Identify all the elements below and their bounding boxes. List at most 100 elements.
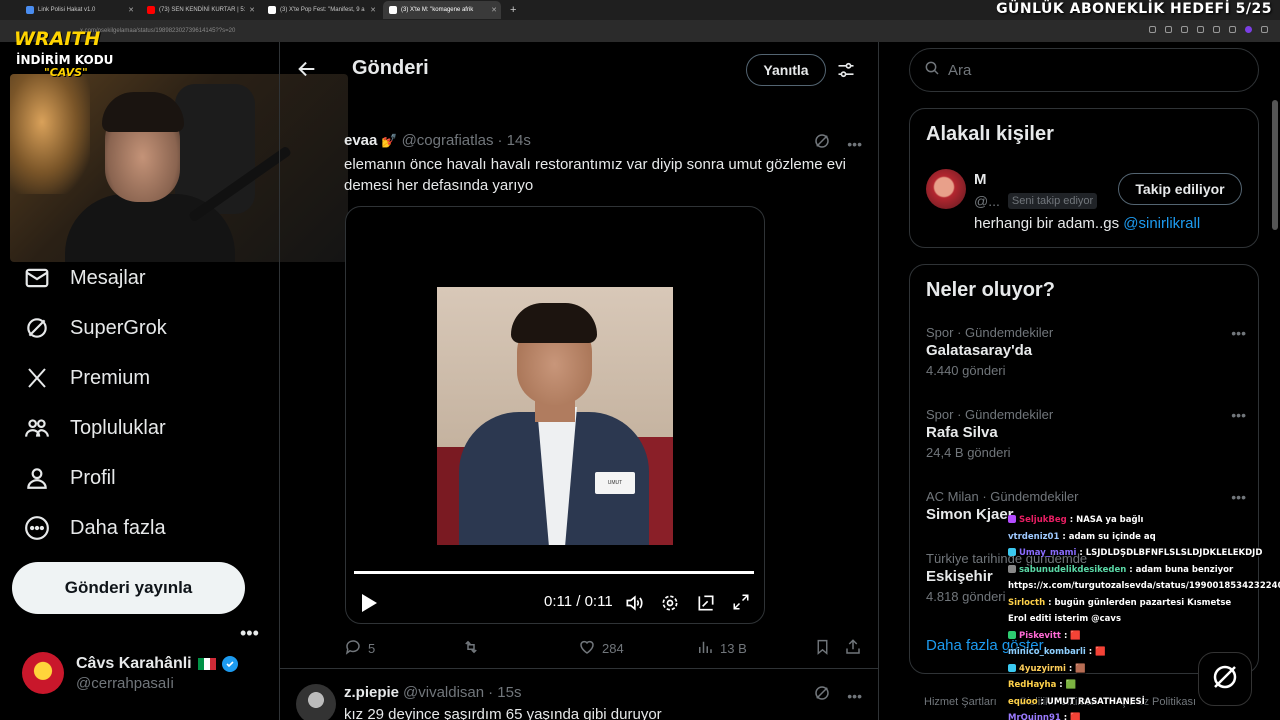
profile-avatar-icon[interactable] — [1245, 26, 1252, 33]
video-settings-icon[interactable] — [660, 593, 680, 618]
more-options-icon[interactable]: ••• — [1231, 325, 1246, 341]
chat-username[interactable]: equoo — [1008, 697, 1038, 707]
people-icon — [24, 415, 50, 441]
chat-username[interactable]: Umay_mami — [1019, 548, 1076, 558]
following-button[interactable]: Takip ediliyor — [1118, 173, 1242, 205]
chat-username[interactable]: SeljukBeg — [1019, 515, 1067, 525]
account-more-icon[interactable]: ••• — [240, 623, 259, 644]
new-tab-icon[interactable]: + — [510, 4, 516, 16]
tweet-header: evaa 💅 @cografiatlas · 14s — [344, 132, 531, 149]
person-bio: herhangi bir adam..gs @sinirlikrall — [974, 215, 1200, 232]
docking-icon[interactable] — [696, 593, 716, 618]
bookmark-icon[interactable] — [1181, 26, 1188, 33]
envelope-icon — [24, 265, 50, 291]
avatar[interactable] — [926, 169, 966, 209]
person-name[interactable]: M — [974, 171, 987, 188]
tab-close-icon[interactable]: ✕ — [491, 6, 497, 14]
post-button[interactable]: Gönderi yayınla — [12, 562, 245, 614]
extension-icon[interactable] — [1149, 26, 1156, 33]
chat-username[interactable]: minico_kombarli — [1008, 647, 1086, 657]
settings-sliders-icon[interactable] — [836, 60, 856, 85]
more-options-icon[interactable]: ••• — [1231, 407, 1246, 423]
browser-tab[interactable]: (3) X'te Pop Fest: "Manifest, 9 a ✕ — [262, 1, 380, 19]
video-player[interactable]: UMUT 0:11 / 0:11 — [345, 206, 765, 624]
chat-separator: : — [1065, 663, 1076, 674]
chat-message: sabunudelikdesikeden : adam buna benziyo… — [1008, 562, 1280, 579]
download-icon[interactable] — [1213, 26, 1220, 33]
tweet-author[interactable]: evaa — [344, 132, 377, 149]
footer-link[interactable]: Hizmet Şartları — [924, 696, 997, 708]
chat-username[interactable]: RedHayha — [1008, 680, 1056, 690]
share-action[interactable] — [844, 638, 862, 659]
address-bar[interactable]: x.com/osekilgelamaa/status/1989823027396… — [0, 20, 1280, 42]
tab-close-icon[interactable]: ✕ — [249, 6, 255, 14]
bookmark-action[interactable] — [814, 638, 831, 659]
tab-close-icon[interactable]: ✕ — [128, 6, 134, 14]
tab-close-icon[interactable]: ✕ — [370, 6, 376, 14]
chat-message: SeljukBeg : NASA ya bağlı — [1008, 512, 1280, 529]
account-switcher[interactable]: Câvs Karahânli @cerrahpasaIi — [22, 652, 238, 694]
chat-username[interactable]: sabunudelikdesikeden — [1019, 565, 1126, 575]
italy-flag-icon — [197, 657, 216, 670]
tweet-handle[interactable]: @cografiatlas — [402, 132, 494, 149]
scrollbar[interactable] — [1272, 100, 1278, 230]
chat-username[interactable]: Piskevitt — [1019, 631, 1061, 641]
more-options-icon[interactable]: ••• — [847, 136, 862, 152]
reply-button[interactable]: Yanıtla — [746, 54, 826, 86]
chat-username[interactable]: vtrdeniz01 — [1008, 532, 1059, 542]
search-input[interactable]: Ara — [909, 48, 1259, 92]
reply-action[interactable]: 5 — [344, 638, 375, 659]
bookmark-icon — [814, 638, 831, 659]
avatar[interactable] — [296, 684, 336, 720]
repost-action[interactable] — [461, 638, 481, 659]
back-arrow-icon[interactable] — [296, 58, 318, 85]
browser-tab-active[interactable]: (3) X'te M: "komagene afrik ✕ — [383, 1, 501, 19]
views-action[interactable]: 13 B — [696, 638, 747, 659]
follows-you-badge: Seni takip ediyor — [1007, 193, 1098, 209]
nav-premium[interactable]: Premium — [24, 363, 150, 393]
video-time: 0:11 / 0:11 — [544, 593, 613, 610]
nav-communities[interactable]: Topluluklar — [24, 413, 166, 443]
tweet-top-icons: ••• — [813, 132, 862, 155]
play-icon[interactable] — [360, 593, 378, 618]
more-options-icon[interactable]: ••• — [847, 688, 862, 704]
chat-username[interactable]: MrQuinn91 — [1008, 713, 1061, 720]
browser-tab[interactable]: Link Polisi Hakat v1.0 ✕ — [20, 1, 138, 19]
grok-icon[interactable] — [813, 684, 831, 707]
chat-separator: : — [1126, 564, 1136, 575]
chat-username[interactable]: 4yuzyirmi — [1019, 664, 1066, 674]
nav-supergrok[interactable]: SuperGrok — [24, 313, 167, 343]
menu-icon[interactable] — [1261, 26, 1268, 33]
chat-text: 🟥 — [1070, 713, 1081, 720]
account-name: Câvs Karahânli — [76, 654, 192, 672]
tweet-handle[interactable]: @vivaldisan — [403, 684, 484, 701]
tweet-time: · 14s — [497, 132, 531, 149]
grok-floating-button[interactable] — [1198, 652, 1252, 706]
chat-text: https://x.com/turgutozalsevda/status/199… — [1008, 581, 1280, 591]
subscriber-goal: GÜNLÜK ABONEKLİK HEDEFİ 5/25 — [996, 1, 1272, 17]
nav-more[interactable]: Daha fazla — [24, 513, 166, 543]
grok-icon[interactable] — [813, 132, 831, 155]
nav-messages[interactable]: Mesajlar — [24, 263, 146, 293]
tweet-author[interactable]: z.piepie — [344, 684, 399, 701]
video-progress-bar[interactable] — [354, 571, 754, 574]
nav-profile[interactable]: Profil — [24, 463, 116, 493]
bio-link[interactable]: @sinirlikrall — [1123, 215, 1200, 232]
more-options-icon[interactable]: ••• — [1231, 489, 1246, 505]
trend-item[interactable]: Spor · Gündemdekiler Galatasaray'da 4.44… — [926, 325, 1246, 378]
cam-lamp — [10, 74, 90, 194]
video-frame: UMUT — [437, 287, 673, 545]
fullscreen-icon[interactable] — [732, 593, 750, 616]
grok-icon — [24, 315, 50, 341]
sidepanel-icon[interactable] — [1229, 26, 1236, 33]
chat-username[interactable]: Sirlocth — [1008, 598, 1045, 608]
trend-item[interactable]: Spor · Gündemdekiler Rafa Silva 24,4 B g… — [926, 407, 1246, 460]
chat-message: https://x.com/turgutozalsevda/status/199… — [1008, 578, 1280, 595]
like-action[interactable]: 284 — [578, 638, 624, 659]
url-text[interactable]: x.com/osekilgelamaa/status/1989823027396… — [80, 28, 235, 34]
extension-icon[interactable] — [1197, 26, 1204, 33]
volume-icon[interactable] — [624, 593, 644, 618]
chat-text: adam buna benziyor — [1135, 564, 1234, 575]
browser-tab[interactable]: (73) SEN KENDİNİ KURTAR | 5: ✕ — [141, 1, 259, 19]
extension-icon[interactable] — [1165, 26, 1172, 33]
